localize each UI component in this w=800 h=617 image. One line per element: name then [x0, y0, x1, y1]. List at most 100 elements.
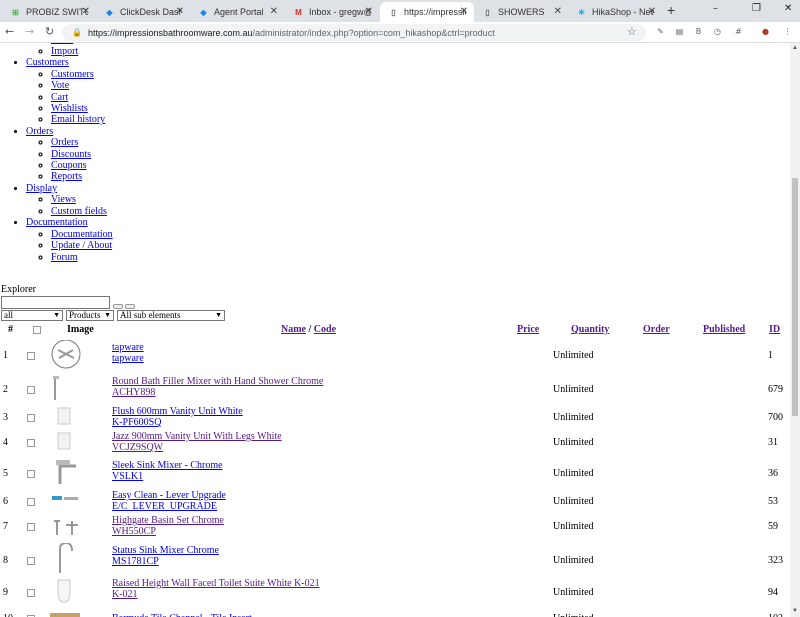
product-name-link[interactable]: Round Bath Filler Mixer with Hand Shower…: [112, 376, 323, 387]
row-checkbox[interactable]: [27, 523, 35, 531]
minimize-icon[interactable]: –: [713, 3, 718, 14]
filter-reset-button[interactable]: [125, 304, 135, 309]
row-checkbox[interactable]: [27, 589, 35, 597]
menu-section-link[interactable]: Display: [26, 183, 57, 194]
browser-tab[interactable]: ✳ HikaShop - New ✕: [568, 2, 662, 22]
menu-item-link[interactable]: Reports: [51, 171, 82, 182]
product-name-link[interactable]: Jazz 900mm Vanity Unit With Legs White: [112, 431, 282, 442]
menu-section-link[interactable]: Orders: [26, 126, 53, 137]
address-bar[interactable]: 🔒 https://impressionsbathroomware.com.au…: [62, 24, 646, 41]
browser-tab[interactable]: ◆ Agent Portal ✕: [190, 2, 284, 22]
category-select[interactable]: all ▼: [1, 310, 63, 321]
close-tab-icon[interactable]: ✕: [460, 6, 468, 17]
close-tab-icon[interactable]: ✕: [554, 6, 562, 17]
filter-go-button[interactable]: [113, 304, 123, 309]
product-code-link[interactable]: K-021: [112, 589, 138, 600]
col-header-code[interactable]: Code: [314, 324, 336, 335]
product-code-link[interactable]: tapware: [112, 353, 144, 364]
browser-tab[interactable]: ▯ https://impressio ✕: [380, 2, 474, 22]
close-tab-icon[interactable]: ✕: [648, 6, 656, 17]
row-checkbox[interactable]: [27, 386, 35, 394]
menu-item-link[interactable]: Cart: [51, 92, 68, 103]
row-checkbox[interactable]: [27, 414, 35, 422]
product-code-link[interactable]: MS1781CP: [112, 556, 159, 567]
menu-item-link[interactable]: Update / About: [51, 240, 112, 251]
menu-item-link[interactable]: Coupons: [51, 160, 87, 171]
restore-icon[interactable]: ❐: [752, 3, 761, 14]
type-select[interactable]: Products ▼: [66, 310, 114, 321]
close-tab-icon[interactable]: ✕: [82, 6, 90, 17]
row-checkbox[interactable]: [27, 470, 35, 478]
product-code-link[interactable]: VSLK1: [112, 471, 143, 482]
product-thumbnail[interactable]: [50, 607, 82, 617]
product-thumbnail[interactable]: [50, 576, 82, 611]
menu-item-link[interactable]: Custom fields: [51, 206, 107, 217]
profile-avatar-icon[interactable]: ●: [760, 26, 771, 37]
tab-label: PROBIZ SWITCH: [26, 7, 88, 17]
scroll-down-icon[interactable]: ▼: [792, 608, 798, 614]
scroll-up-icon[interactable]: ▲: [792, 45, 798, 51]
product-code-link[interactable]: E/C_LEVER_UPGRADE: [112, 501, 217, 512]
menu-dots-icon[interactable]: ⋮: [782, 26, 793, 37]
select-all-checkbox[interactable]: [33, 326, 41, 334]
b-extension-icon[interactable]: B: [693, 26, 704, 37]
menu-item-link[interactable]: Discounts: [51, 149, 91, 160]
browser-tab[interactable]: ⊞ PROBIZ SWITCH✕: [2, 2, 96, 22]
product-name-link[interactable]: Easy Clean - Lever Upgrade: [112, 490, 226, 501]
menu-item-link[interactable]: Forum: [51, 252, 78, 263]
menu-item-link[interactable]: Wishlists: [51, 103, 88, 114]
product-thumbnail[interactable]: [50, 339, 82, 375]
reload-icon[interactable]: ↻: [45, 25, 54, 38]
page-scrollbar-thumb[interactable]: [792, 178, 798, 416]
menu-item-link[interactable]: Documentation: [51, 229, 113, 240]
menu-item-link[interactable]: Import: [51, 46, 78, 57]
product-name-link[interactable]: Status Sink Mixer Chrome: [112, 545, 219, 556]
hash-extension-icon[interactable]: #: [733, 26, 744, 37]
browser-tab[interactable]: ◆ ClickDesk Dashb ✕: [96, 2, 190, 22]
row-checkbox[interactable]: [27, 352, 35, 360]
product-name-link[interactable]: Raised Height Wall Faced Toilet Suite Wh…: [112, 578, 320, 589]
col-header-quantity[interactable]: Quantity: [571, 324, 609, 335]
menu-item-link[interactable]: Orders: [51, 137, 78, 148]
product-name-link[interactable]: Flush 600mm Vanity Unit White: [112, 406, 243, 417]
sub-elements-select[interactable]: All sub elements ▼: [117, 310, 225, 321]
product-name-link[interactable]: Bermuda Tile Channel - Tile Insert: [112, 613, 252, 617]
product-name-link[interactable]: tapware: [112, 342, 144, 353]
flag-extension-icon[interactable]: ▤: [674, 26, 685, 37]
product-id: 36: [768, 468, 778, 479]
close-tab-icon[interactable]: ✕: [365, 6, 373, 17]
close-tab-icon[interactable]: ✕: [270, 6, 278, 17]
product-name-link[interactable]: Sleek Sink Mixer - Chrome: [112, 460, 223, 471]
clock-extension-icon[interactable]: ◷: [712, 26, 723, 37]
row-checkbox[interactable]: [27, 498, 35, 506]
menu-item-link[interactable]: Vote: [51, 80, 69, 91]
new-tab-button[interactable]: +: [667, 2, 675, 18]
back-icon[interactable]: ←: [5, 25, 14, 38]
product-code-link[interactable]: K-PF600SQ: [112, 417, 161, 428]
menu-item-link[interactable]: Customers: [51, 69, 94, 80]
close-window-icon[interactable]: ✕: [784, 3, 792, 14]
product-code-link[interactable]: VCJZ9SQW: [112, 442, 163, 453]
browser-tab[interactable]: ▯ SHOWERS ✕: [474, 2, 568, 22]
product-code-link[interactable]: WH550CP: [112, 526, 156, 537]
row-checkbox[interactable]: [27, 557, 35, 565]
close-tab-icon[interactable]: ✕: [176, 6, 184, 17]
col-header-id[interactable]: ID: [769, 324, 780, 335]
browser-tab[interactable]: M Inbox - gregw@ ✕: [285, 2, 379, 22]
col-header-published[interactable]: Published: [703, 324, 745, 335]
menu-item-link[interactable]: Views: [51, 194, 76, 205]
forward-icon[interactable]: →: [25, 25, 34, 38]
col-header-price[interactable]: Price: [517, 324, 539, 335]
explorer-filter-input[interactable]: [1, 296, 110, 309]
menu-item-link[interactable]: Email history: [51, 114, 105, 125]
col-header-order[interactable]: Order: [643, 324, 670, 335]
product-code-link[interactable]: ACHY898: [112, 387, 155, 398]
product-thumbnail[interactable]: [50, 541, 82, 578]
col-header-name[interactable]: Name: [281, 324, 306, 335]
bookmark-star-icon[interactable]: ☆: [627, 25, 637, 38]
pen-extension-icon[interactable]: ✎: [655, 26, 666, 37]
menu-section-link[interactable]: Documentation: [26, 217, 88, 228]
row-checkbox[interactable]: [27, 439, 35, 447]
product-name-link[interactable]: Highgate Basin Set Chrome: [112, 515, 224, 526]
menu-section-link[interactable]: Customers: [26, 57, 69, 68]
